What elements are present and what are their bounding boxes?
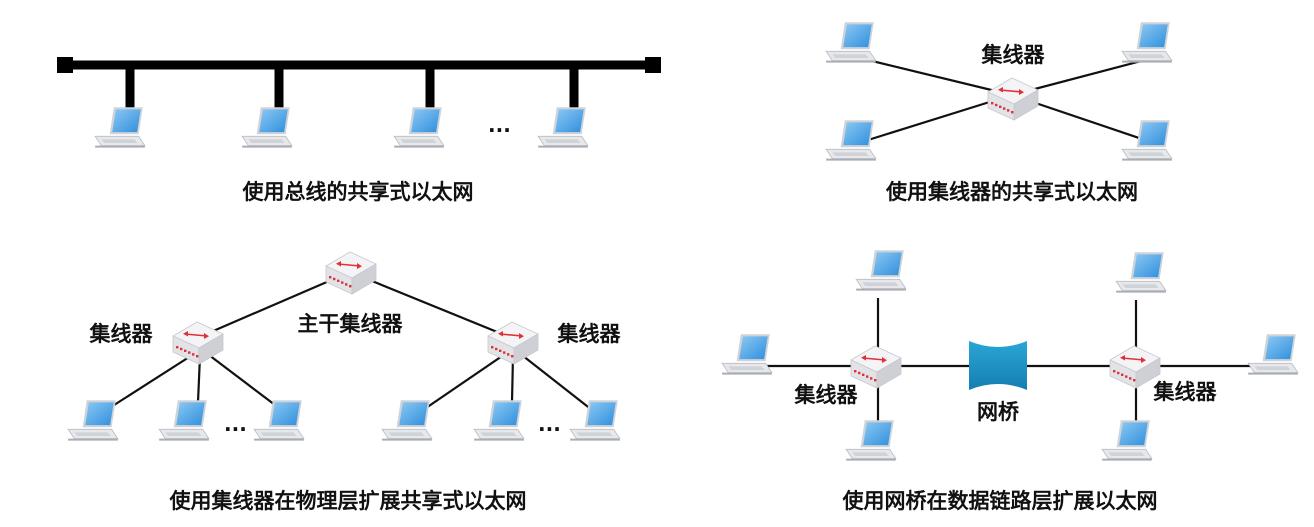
hub-icon bbox=[1109, 345, 1161, 389]
hub-icon bbox=[487, 321, 539, 365]
laptop-icon bbox=[569, 399, 621, 442]
laptop-icon bbox=[393, 106, 445, 149]
hub-caption: 使用集线器的共享式以太网 bbox=[885, 180, 1138, 204]
bus-panel: ... 使用总线的共享式以太网 bbox=[57, 57, 661, 204]
bridge-panel: 网桥 集线器 集线器 使用网桥在数据链路层扩展以太网 bbox=[721, 249, 1299, 513]
laptop-icon bbox=[67, 399, 119, 442]
laptop-icon bbox=[473, 399, 525, 442]
hub-label: 集线器 bbox=[981, 43, 1046, 67]
laptop-icon bbox=[825, 119, 877, 162]
hierarchy-ellipsis-right: ... bbox=[538, 412, 561, 436]
backbone-hub-label: 主干集线器 bbox=[298, 312, 404, 336]
hub-icon bbox=[987, 77, 1039, 121]
bridge-icon bbox=[969, 341, 1027, 390]
bus-ellipsis: ... bbox=[488, 113, 511, 137]
laptop-icon bbox=[1121, 21, 1173, 64]
right-hub-label: 集线器 bbox=[557, 322, 622, 346]
laptop-icon bbox=[253, 399, 305, 442]
laptop-icon bbox=[381, 399, 433, 442]
hierarchy-caption: 使用集线器在物理层扩展共享式以太网 bbox=[169, 489, 527, 513]
laptop-icon bbox=[94, 106, 146, 149]
hub-icon bbox=[850, 345, 902, 389]
laptop-icon bbox=[158, 399, 210, 442]
laptop-icon bbox=[721, 333, 773, 376]
terminator-icon bbox=[57, 57, 73, 73]
laptop-icon bbox=[855, 249, 907, 292]
hub-link bbox=[110, 351, 198, 408]
laptop-icon bbox=[1101, 419, 1153, 462]
left-hub-label: 集线器 bbox=[89, 322, 154, 346]
hub-link bbox=[425, 351, 509, 409]
laptop-icon bbox=[537, 106, 589, 149]
laptop-icon bbox=[241, 106, 293, 149]
hierarchy-ellipsis-left: ... bbox=[224, 412, 247, 436]
bus-caption: 使用总线的共享式以太网 bbox=[242, 180, 474, 204]
laptop-icon bbox=[1247, 333, 1299, 376]
terminator-icon bbox=[645, 57, 661, 73]
hub-icon bbox=[325, 251, 377, 295]
bridge-caption: 使用网桥在数据链路层扩展以太网 bbox=[842, 489, 1158, 513]
hub-panel: 集线器 使用集线器的共享式以太网 bbox=[825, 21, 1173, 204]
hierarchy-panel: 主干集线器 集线器 集线器 ... ... 使用集线器在物理层扩展共享式以太网 bbox=[67, 251, 622, 513]
hub-icon bbox=[172, 321, 224, 365]
laptop-icon bbox=[825, 21, 877, 64]
laptop-icon bbox=[845, 419, 897, 462]
bridge-label: 网桥 bbox=[977, 400, 1020, 424]
laptop-icon bbox=[1115, 251, 1167, 294]
left-hub-label: 集线器 bbox=[794, 383, 859, 407]
hub-link bbox=[517, 351, 593, 411]
right-hub-label: 集线器 bbox=[1153, 380, 1218, 404]
hub-link bbox=[204, 351, 280, 409]
laptop-icon bbox=[1121, 119, 1173, 162]
